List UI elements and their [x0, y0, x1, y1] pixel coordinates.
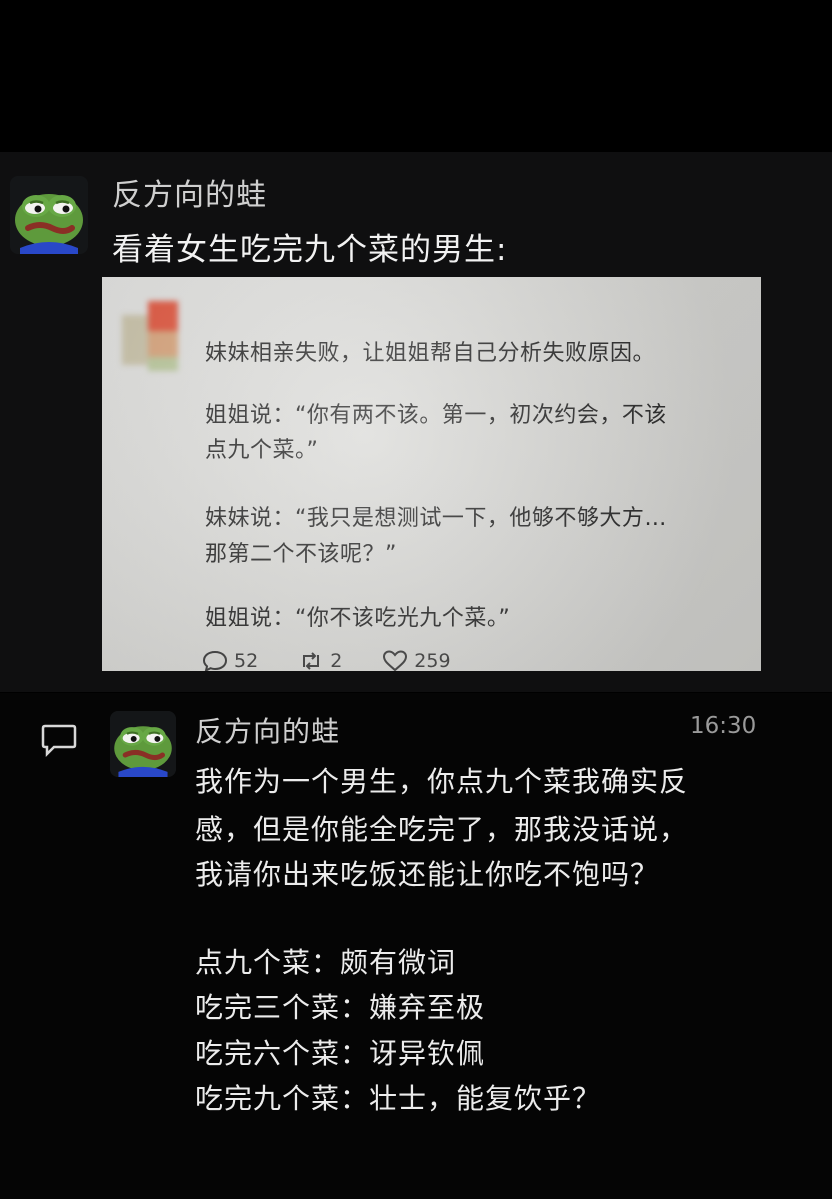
comment-line: 我请你出来吃饭还能让你吃不饱吗？: [195, 858, 660, 891]
comment-line: 我作为一个男生，你点九个菜我确实反: [195, 765, 689, 798]
post-text: 看着女生吃完九个菜的男生:: [112, 232, 508, 268]
embed-line: 妹妹相亲失败，让姐姐帮自己分析失败原因。: [205, 341, 656, 366]
embed-line: 点九个菜。”: [205, 438, 319, 463]
like-count: 259: [414, 650, 451, 671]
comment-count: 52: [234, 650, 259, 671]
pepe-frog-icon: [110, 711, 176, 777]
post-author-name[interactable]: 反方向的蛙: [112, 170, 267, 214]
embed-avatar: [122, 301, 180, 373]
comment-line: 吃完六个菜：讶异钦佩: [195, 1037, 486, 1070]
comment-icon[interactable]: [40, 723, 78, 757]
post-card: 反方向的蛙 看着女生吃完九个菜的男生: 妹妹相亲失败，让姐姐帮自己分析失败原因。…: [0, 152, 832, 692]
retweet-icon: [303, 652, 320, 670]
comment-line: 吃完九个菜：壮士，能复饮乎？: [195, 1082, 602, 1115]
embedded-screenshot[interactable]: 妹妹相亲失败，让姐姐帮自己分析失败原因。 姐姐说：“你有两不该。第一，初次约会，…: [102, 277, 761, 671]
comment-author-avatar[interactable]: [110, 711, 176, 777]
comment-line: 吃完三个菜：嫌弃至极: [195, 991, 486, 1024]
post-author-avatar[interactable]: [10, 176, 88, 254]
comment-line: 点九个菜：颇有微词: [195, 946, 457, 979]
comment-bubble-icon: [202, 650, 228, 671]
like-stat[interactable]: 259: [382, 649, 451, 671]
comment-author-name[interactable]: 反方向的蛙: [195, 710, 340, 750]
embed-line: 姐姐说：“你有两不该。第一，初次约会，不该: [205, 403, 667, 428]
comment-card: 反方向的蛙 16:30 我作为一个男生，你点九个菜我确实反 感，但是你能全吃完了…: [0, 693, 832, 1199]
retweet-count: 2: [330, 650, 343, 671]
embed-line: 那第二个不该呢？”: [205, 542, 397, 567]
comment-stat[interactable]: 52: [202, 649, 258, 671]
comment-line: 感，但是你能全吃完了，那我没话说，: [195, 813, 689, 846]
embed-line: 姐姐说：“你不该吃光九个菜。”: [205, 606, 511, 631]
pepe-frog-icon: [10, 176, 88, 254]
comment-timestamp: 16:30: [690, 713, 757, 739]
retweet-stat[interactable]: 2: [298, 649, 342, 671]
embed-stats: 52 2 259: [202, 649, 491, 671]
embed-line: 妹妹说：“我只是想测试一下，他够不够大方…: [205, 506, 667, 531]
heart-icon: [383, 650, 408, 671]
